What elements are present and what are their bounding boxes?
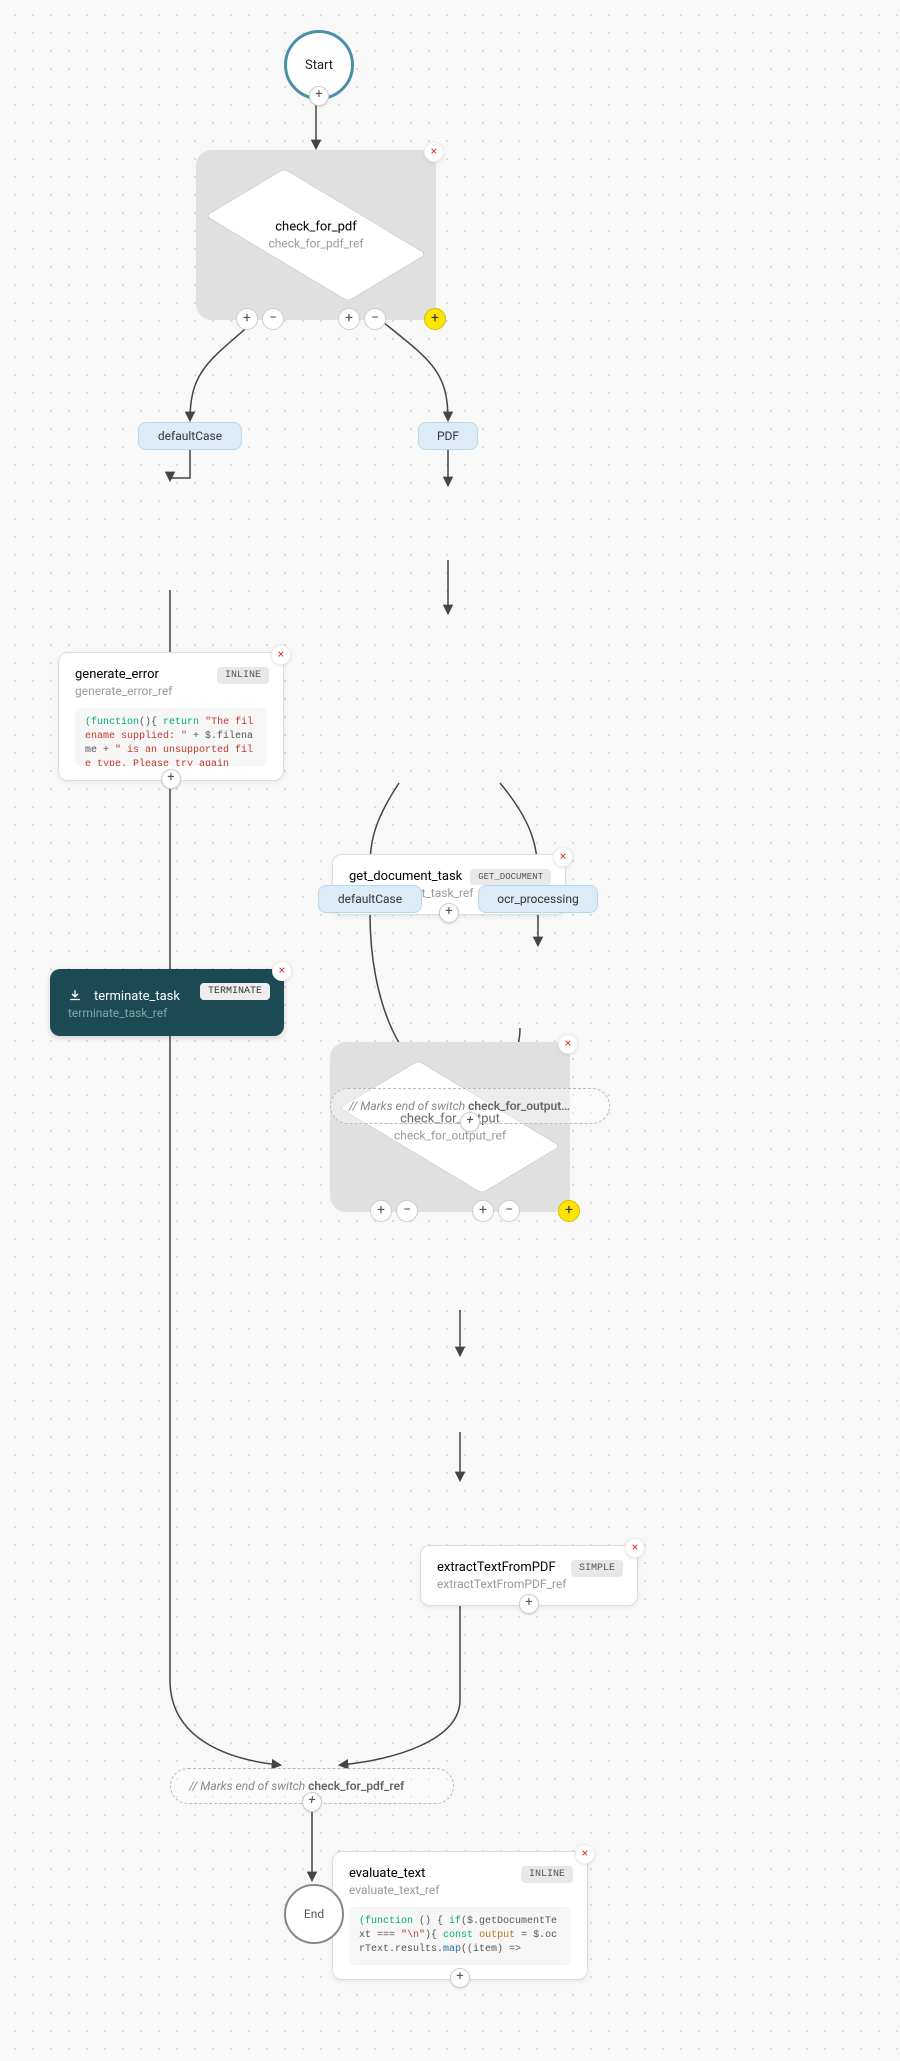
end-switch-ref: check_for_output… <box>468 1099 570 1113</box>
end-switch-prefix: // Marks end of switch <box>349 1099 465 1113</box>
case-default-2[interactable]: defaultCase <box>318 885 422 913</box>
case-label: PDF <box>437 429 459 443</box>
code-preview: (function(){ return "The filename suppli… <box>75 708 267 766</box>
start-node[interactable]: Start + <box>284 30 354 100</box>
branch-right-controls: + − <box>338 308 386 330</box>
task-type-tag: SIMPLE <box>571 1560 623 1577</box>
end-node[interactable]: End <box>284 1884 344 1944</box>
close-icon[interactable]: × <box>271 645 291 665</box>
case-ocr[interactable]: ocr_processing <box>478 885 598 913</box>
download-icon <box>68 989 82 1003</box>
branch-left-controls: + − <box>370 1200 418 1222</box>
switch-ref: check_for_output_ref <box>360 1129 540 1143</box>
task-ref: evaluate_text_ref <box>349 1883 571 1897</box>
add-case-button[interactable]: + <box>236 308 258 330</box>
task-ref: terminate_task_ref <box>68 1006 266 1020</box>
close-icon[interactable]: × <box>558 1034 578 1054</box>
remove-case-button[interactable]: − <box>396 1200 418 1222</box>
code-preview: (function () { if($.getDocumentText === … <box>349 1907 571 1965</box>
remove-case-button[interactable]: − <box>498 1200 520 1222</box>
end-switch-check-for-output: // Marks end of switch check_for_output…… <box>330 1088 610 1124</box>
close-icon[interactable]: × <box>424 142 444 162</box>
branch-left-controls: + − <box>236 308 284 330</box>
add-after-button[interactable]: + <box>302 1792 322 1812</box>
add-after-button[interactable]: + <box>439 903 459 923</box>
end-switch-ref: check_for_pdf_ref <box>308 1779 404 1793</box>
add-case-button[interactable]: + <box>370 1200 392 1222</box>
close-icon[interactable]: × <box>575 1844 595 1864</box>
case-label: defaultCase <box>158 429 222 443</box>
add-after-button[interactable]: + <box>519 1594 539 1614</box>
remove-case-button[interactable]: − <box>364 308 386 330</box>
task-type-tag: INLINE <box>521 1866 573 1883</box>
add-after-button[interactable]: + <box>460 1112 480 1132</box>
case-pdf[interactable]: PDF <box>418 422 478 450</box>
task-type-tag: GET_DOCUMENT <box>470 869 551 885</box>
switch-ref: check_for_pdf_ref <box>226 237 406 251</box>
case-default[interactable]: defaultCase <box>138 422 242 450</box>
case-label: ocr_processing <box>497 892 578 906</box>
end-label: End <box>304 1907 324 1921</box>
add-case-button[interactable]: + <box>338 308 360 330</box>
task-extract-text-pdf[interactable]: × extractTextFromPDF extractTextFromPDF_… <box>420 1545 638 1606</box>
close-icon[interactable]: × <box>625 1538 645 1558</box>
add-branch-button[interactable]: + <box>558 1200 580 1222</box>
close-icon[interactable]: × <box>553 847 573 867</box>
add-branch-button[interactable]: + <box>424 308 446 330</box>
switch-label: check_for_pdf check_for_pdf_ref <box>226 220 406 251</box>
switch-title: check_for_pdf <box>226 220 406 235</box>
switch-check-for-output[interactable]: × check_for_output check_for_output_ref … <box>330 1042 570 1212</box>
add-after-button[interactable]: + <box>450 1968 470 1988</box>
task-generate-error[interactable]: × generate_error generate_error_ref INLI… <box>58 652 284 781</box>
start-label: Start <box>305 58 333 73</box>
task-ref: generate_error_ref <box>75 684 267 698</box>
switch-check-for-pdf[interactable]: × check_for_pdf check_for_pdf_ref + − + … <box>196 150 436 320</box>
add-after-start-button[interactable]: + <box>309 86 329 106</box>
end-switch-prefix: // Marks end of switch <box>189 1779 305 1793</box>
branch-right-controls: + − <box>472 1200 520 1222</box>
task-terminate[interactable]: × terminate_task terminate_task_ref TERM… <box>50 969 284 1036</box>
add-after-button[interactable]: + <box>161 769 181 789</box>
task-ref: extractTextFromPDF_ref <box>437 1577 621 1591</box>
remove-case-button[interactable]: − <box>262 308 284 330</box>
task-type-tag: TERMINATE <box>200 983 270 1000</box>
case-label: defaultCase <box>338 892 402 906</box>
task-title: terminate_task <box>94 989 180 1004</box>
end-switch-check-for-pdf: // Marks end of switch check_for_pdf_ref… <box>170 1768 454 1804</box>
close-icon[interactable]: × <box>272 961 292 981</box>
task-evaluate-text[interactable]: × evaluate_text evaluate_text_ref INLINE… <box>332 1851 588 1980</box>
add-case-button[interactable]: + <box>472 1200 494 1222</box>
task-type-tag: INLINE <box>217 667 269 684</box>
